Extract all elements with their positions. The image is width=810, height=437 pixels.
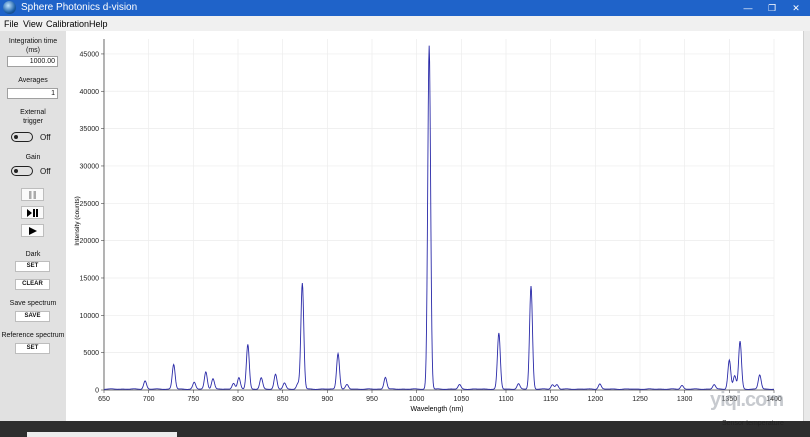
dark-clear-button[interactable]: CLEAR bbox=[15, 279, 50, 290]
pause-icon bbox=[29, 190, 36, 199]
close-button[interactable]: ✕ bbox=[782, 0, 810, 16]
menu-help[interactable]: Help bbox=[89, 19, 108, 29]
sensor-temperature-status: Sensor temperature bbox=[722, 420, 784, 427]
menu-calibration[interactable]: Calibration bbox=[46, 19, 89, 29]
menu-view[interactable]: View bbox=[23, 19, 42, 29]
x-tick-label: 1000 bbox=[409, 396, 425, 403]
x-tick-label: 1200 bbox=[588, 396, 604, 403]
horizontal-scrollbar[interactable] bbox=[27, 432, 177, 437]
dark-label: Dark bbox=[25, 251, 41, 258]
y-tick-label: 30000 bbox=[80, 163, 100, 170]
title-bar: Sphere Photonics d-vision — ❐ ✕ bbox=[0, 0, 810, 16]
menu-bar: File View Calibration Help bbox=[0, 16, 810, 31]
x-tick-label: 650 bbox=[98, 396, 110, 403]
external-trigger-label: External trigger bbox=[20, 109, 46, 125]
integration-time-label: Integration time (ms) bbox=[8, 38, 58, 54]
y-tick-label: 45000 bbox=[80, 51, 100, 58]
chart-axes bbox=[103, 39, 774, 391]
y-tick-label: 20000 bbox=[80, 238, 100, 245]
gain-toggle[interactable] bbox=[11, 166, 33, 176]
averages-input[interactable]: 1 bbox=[7, 88, 58, 99]
gain-state: Off bbox=[40, 167, 51, 176]
y-tick-label: 10000 bbox=[80, 313, 100, 320]
external-trigger-toggle[interactable] bbox=[11, 132, 33, 142]
x-tick-label: 950 bbox=[366, 396, 378, 403]
spectrum-line bbox=[104, 45, 775, 390]
y-tick-label: 35000 bbox=[80, 126, 100, 133]
toggle-knob-icon bbox=[14, 168, 18, 173]
bottom-bar bbox=[0, 421, 810, 437]
x-tick-label: 1050 bbox=[454, 396, 470, 403]
spectrum-plot-panel: 650 700 750 800 850 900 950 1000 1050 1100 1150 120… bbox=[66, 31, 810, 421]
pause-button[interactable] bbox=[21, 188, 44, 201]
y-tick-label: 40000 bbox=[80, 89, 100, 96]
play-pause-icon bbox=[27, 208, 38, 217]
reference-set-button[interactable]: SET bbox=[15, 343, 50, 354]
gain-label: Gain bbox=[25, 154, 41, 161]
x-tick-label: 1300 bbox=[677, 396, 693, 403]
menu-file[interactable]: File bbox=[4, 19, 19, 29]
control-sidebar: Integration time (ms) 1000.00 Averages 1… bbox=[0, 31, 66, 421]
external-trigger-state: Off bbox=[40, 133, 51, 142]
y-axis-label: Intensity (counts) bbox=[74, 196, 81, 246]
y-tick-label: 0 bbox=[95, 388, 99, 395]
x-tick-label: 1150 bbox=[543, 396, 558, 403]
dark-set-button[interactable]: SET bbox=[15, 261, 50, 272]
app-logo-icon bbox=[3, 1, 16, 14]
x-axis-label: Wavelength (nm) bbox=[410, 406, 463, 413]
x-tick-label: 1250 bbox=[632, 396, 648, 403]
x-tick-label: 750 bbox=[187, 396, 199, 403]
play-button[interactable] bbox=[21, 224, 44, 237]
y-tick-label: 5000 bbox=[83, 350, 99, 357]
watermark: yiqi.com bbox=[710, 389, 784, 411]
y-tick-label: 15000 bbox=[80, 275, 100, 282]
x-tick-label: 850 bbox=[277, 396, 289, 403]
x-tick-label: 1100 bbox=[498, 396, 513, 403]
chart-grid bbox=[103, 39, 775, 391]
window-title: Sphere Photonics d-vision bbox=[21, 2, 138, 13]
averages-label: Averages bbox=[18, 77, 48, 84]
x-tick-label: 700 bbox=[143, 396, 155, 403]
integration-time-input[interactable]: 1000.00 bbox=[7, 56, 58, 67]
step-button[interactable] bbox=[21, 206, 44, 219]
toggle-knob-icon bbox=[14, 134, 18, 139]
save-spectrum-button[interactable]: SAVE bbox=[15, 311, 50, 322]
x-tick-label: 800 bbox=[232, 396, 244, 403]
vertical-scrollbar[interactable] bbox=[803, 31, 810, 421]
spectrum-chart: 650 700 750 800 850 900 950 1000 1050 1100 1150 120… bbox=[74, 39, 782, 413]
reference-spectrum-label: Reference spectrum bbox=[1, 332, 65, 339]
x-tick-label: 900 bbox=[321, 396, 333, 403]
save-spectrum-label: Save spectrum bbox=[9, 300, 57, 307]
y-tick-label: 25000 bbox=[80, 201, 100, 208]
play-icon bbox=[28, 226, 37, 235]
